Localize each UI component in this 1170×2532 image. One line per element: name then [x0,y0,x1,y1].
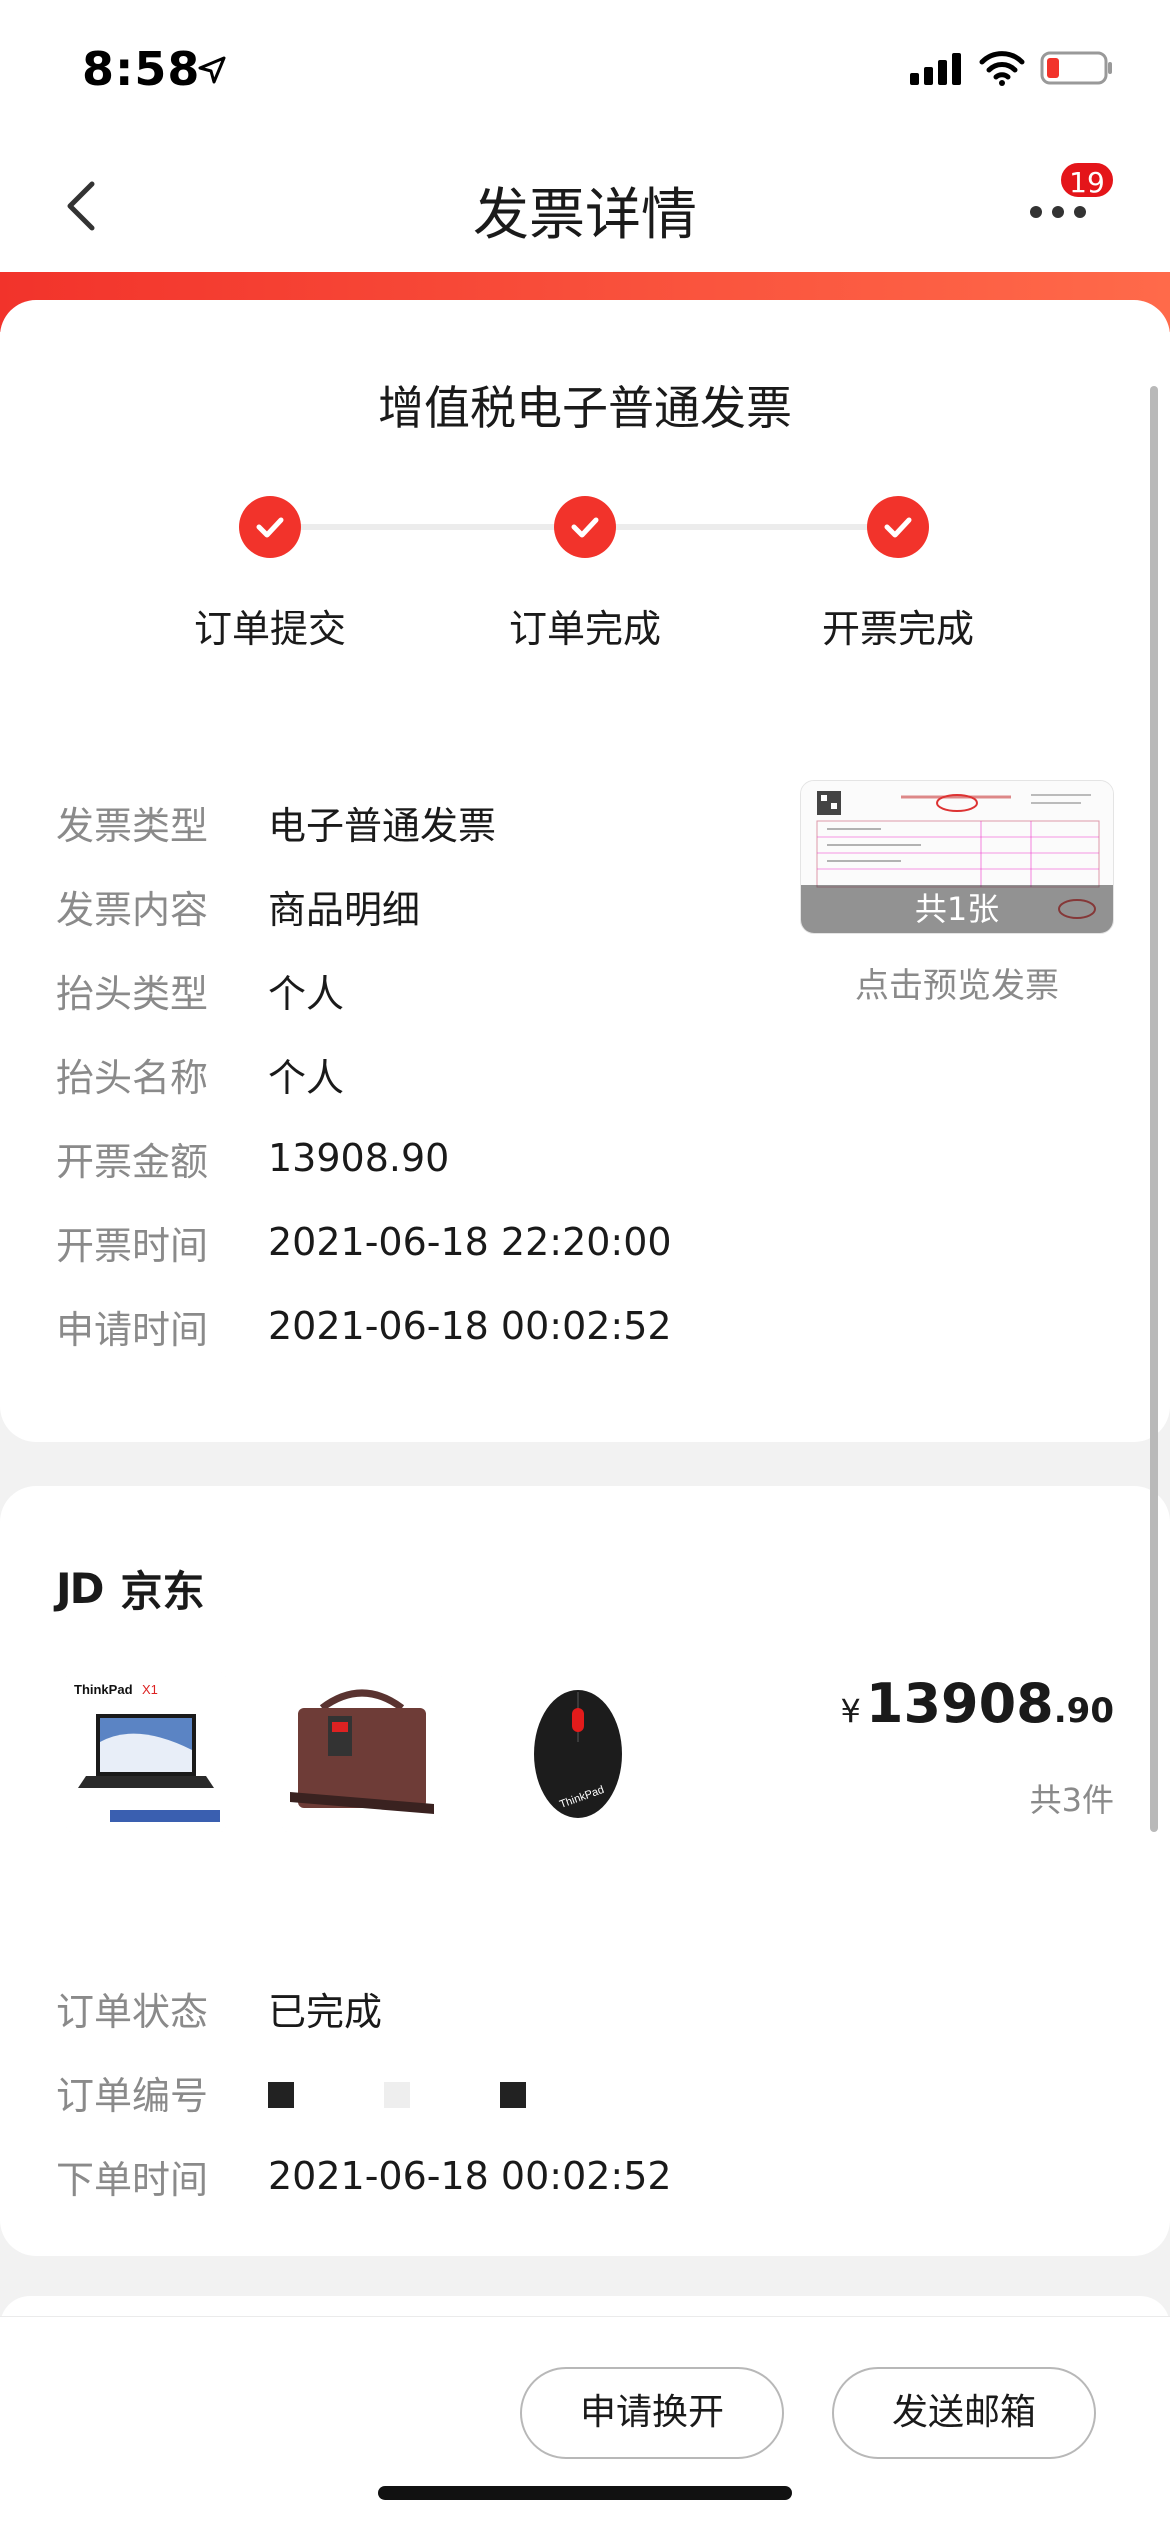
field-value: 个人 [268,1055,345,1100]
redaction-mark [384,2081,410,2108]
info-row-amount: 开票金额 13908.90 [56,1116,672,1200]
field-label: 下单时间 [56,2157,209,2202]
step-order-completed: 订单完成 [435,496,735,653]
field-value: 2021-06-18 00:02:52 [268,2154,672,2198]
info-row-order-number: 订单编号 [56,2050,672,2134]
page-title: 发票详情 [473,183,697,248]
field-value: 2021-06-18 22:20:00 [268,1220,672,1264]
status-time: 8:58 [82,42,201,96]
invoice-thumbnail[interactable]: 共1张 [800,780,1114,934]
status-icons [910,50,1114,86]
field-label: 订单状态 [56,1989,209,2034]
shop-name: 京东 [120,1567,205,1616]
step-label: 开票完成 [821,607,974,651]
check-icon [239,496,301,558]
field-label: 开票金额 [56,1139,209,1184]
product-list[interactable]: ThinkPad X1 ThinkPad [66,1672,658,1832]
field-value: 商品明细 [268,887,421,932]
info-row-invoice-type: 发票类型 电子普通发票 [56,780,672,864]
wifi-icon [979,51,1025,86]
field-label: 订单编号 [56,2073,209,2118]
cellular-signal-icon [910,53,961,85]
order-total-price: ¥ 13908.90 [840,1672,1114,1735]
order-number-redacted [268,2070,616,2114]
reissue-invoice-button[interactable]: 申请换开 [520,2367,784,2459]
info-row-title-name: 抬头名称 个人 [56,1032,672,1116]
info-row-invoice-time: 开票时间 2021-06-18 22:20:00 [56,1200,672,1284]
svg-text:ThinkPad: ThinkPad [74,1682,133,1697]
jd-logo: JD [56,1564,104,1613]
mouse-image[interactable]: ThinkPad [498,1672,658,1832]
field-value: 已完成 [268,1989,383,2034]
redaction-mark [268,2081,294,2108]
nav-bar: 发票详情 19 [0,140,1170,272]
order-info-list: 订单状态 已完成 订单编号 下单时间 2021-06-18 00:02:52 [56,1966,672,2218]
redaction-mark [500,2081,526,2108]
price-integer: 13908 [865,1672,1054,1735]
preview-invoice-link[interactable]: 点击预览发票 [800,958,1114,1007]
currency-symbol: ¥ [840,1692,861,1730]
item-count: 共3件 [1029,1781,1114,1819]
scrollbar[interactable] [1150,386,1158,1832]
field-label: 发票类型 [56,803,209,848]
svg-text:X1: X1 [142,1682,158,1697]
price-decimal: .90 [1053,1691,1114,1731]
battery-low-icon [1040,51,1112,85]
field-label: 抬头名称 [56,1055,209,1100]
step-order-submitted: 订单提交 [120,496,420,653]
invoice-count: 共1张 [801,885,1113,933]
invoice-preview[interactable]: 共1张 点击预览发票 [800,780,1114,1007]
order-card: JD 京东 ThinkPad X1 ThinkPad ¥ 13908.90 共3… [0,1486,1170,2256]
info-row-order-status: 订单状态 已完成 [56,1966,672,2050]
send-email-button[interactable]: 发送邮箱 [832,2367,1096,2459]
invoice-progress: 订单提交 订单完成 开票完成 [0,496,1170,656]
field-value: 个人 [268,971,345,1016]
invoice-type-title: 增值税电子普通发票 [378,381,792,435]
laptop-bag-image[interactable] [282,1672,442,1832]
notification-badge: 19 [1058,160,1116,200]
invoice-card: 增值税电子普通发票 订单提交 订单完成 开票完成 发票类型 电子普通发票 发票内… [0,300,1170,1442]
location-arrow-icon [198,56,226,84]
step-invoice-completed: 开票完成 [748,496,1048,653]
field-label: 发票内容 [56,887,209,932]
shop-header[interactable]: JD 京东 [56,1558,205,1619]
info-row-apply-time: 申请时间 2021-06-18 00:02:52 [56,1284,672,1368]
field-label: 抬头类型 [56,971,209,1016]
laptop-image[interactable]: ThinkPad X1 [66,1672,226,1832]
invoice-info-list: 发票类型 电子普通发票 发票内容 商品明细 抬头类型 个人 抬头名称 个人 开票… [56,780,672,1368]
check-icon [554,496,616,558]
order-price-block: ¥ 13908.90 共3件 [840,1672,1114,1821]
home-indicator[interactable] [378,2486,792,2500]
step-label: 订单完成 [508,607,661,651]
status-bar: 8:58 [0,0,1170,140]
info-row-invoice-content: 发票内容 商品明细 [56,864,672,948]
field-value: 13908.90 [268,1136,450,1180]
field-label: 申请时间 [56,1307,209,1352]
info-row-order-time: 下单时间 2021-06-18 00:02:52 [56,2134,672,2218]
field-label: 开票时间 [56,1223,209,1268]
info-row-title-type: 抬头类型 个人 [56,948,672,1032]
field-value: 电子普通发票 [268,803,497,848]
field-value: 2021-06-18 00:02:52 [268,1304,672,1348]
check-icon [867,496,929,558]
step-label: 订单提交 [193,607,346,651]
